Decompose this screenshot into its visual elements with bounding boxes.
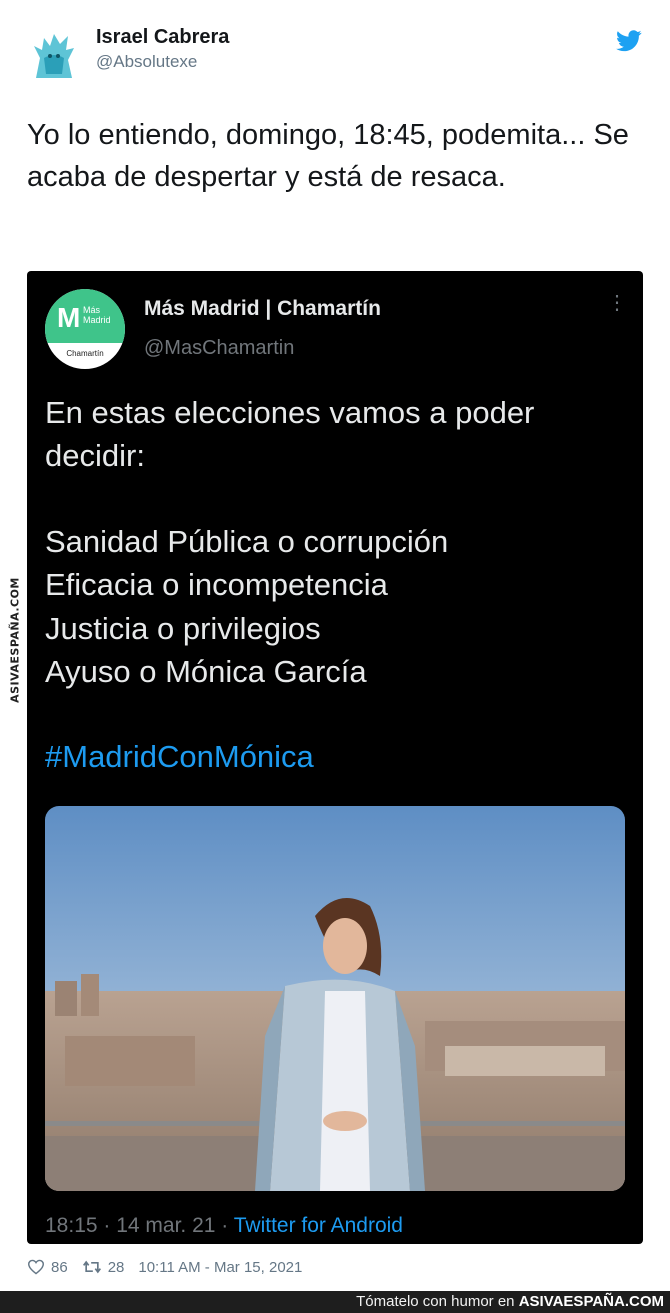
embedded-text-line: Eficacia o incompetencia (45, 567, 388, 602)
like-count: 86 (51, 1258, 68, 1276)
embedded-author-name: Más Madrid | Chamartín (144, 297, 381, 320)
like-action[interactable]: 86 (27, 1259, 68, 1276)
author-name[interactable]: Israel Cabrera (96, 26, 229, 49)
footer-tagline: Tómatelo con humor en (356, 1293, 519, 1310)
embedded-text-line: Ayuso o Mónica García (45, 654, 367, 689)
mas-madrid-logo-sub: Chamartín (66, 349, 104, 358)
author-avatar[interactable] (30, 28, 78, 82)
embedded-text-line: Sanidad Pública o corrupción (45, 524, 449, 559)
site-watermark: ASIVAESPAÑA.COM (0, 560, 30, 720)
embedded-photo (45, 806, 625, 1191)
avatar-gargoyle-icon (34, 34, 74, 78)
embedded-tweet-screenshot: M Más Madrid Chamartín Más Madrid | Cham… (27, 271, 643, 1244)
more-options-icon: ⋮ (607, 292, 627, 314)
watermark-text: ASIVAESPAÑA.COM (8, 577, 22, 703)
tweet-timestamp[interactable]: 10:11 AM - Mar 15, 2021 (138, 1259, 302, 1276)
twitter-bird-icon[interactable] (616, 30, 642, 52)
embedded-footer: 18:15 · 14 mar. 21 · Twitter for Android (45, 1214, 403, 1238)
footer-brand[interactable]: ASIVAESPAÑA.COM (519, 1293, 664, 1310)
author-handle[interactable]: @Absolutexe (96, 52, 197, 72)
woman-on-rooftop-photo (45, 806, 625, 1191)
embedded-text-line: Justicia o privilegios (45, 611, 321, 646)
mas-madrid-logo-text: Más Madrid (83, 305, 111, 325)
retweet-icon (82, 1259, 102, 1275)
tweet-stats: 86 28 10:11 AM - Mar 15, 2021 (27, 1257, 302, 1277)
mas-madrid-logo-m: M (57, 302, 81, 333)
site-footer-bar: Tómatelo con humor en ASIVAESPAÑA.COM (0, 1291, 670, 1313)
embedded-source: Twitter for Android (233, 1214, 403, 1237)
retweet-action[interactable]: 28 (82, 1258, 125, 1276)
embedded-author-handle: @MasChamartin (144, 337, 295, 359)
embedded-timestamp: 18:15 · 14 mar. 21 · (45, 1214, 234, 1237)
mas-madrid-avatar: M Más Madrid Chamartín (45, 289, 125, 369)
embedded-text-line: decidir: (45, 438, 145, 473)
retweet-count: 28 (107, 1258, 125, 1276)
embedded-hashtag: #MadridConMónica (45, 739, 314, 774)
heart-icon (27, 1259, 45, 1275)
tweet-text: Yo lo entiendo, domingo, 18:45, podemita… (27, 119, 629, 193)
embedded-text-line: En estas elecciones vamos a poder (45, 395, 535, 430)
